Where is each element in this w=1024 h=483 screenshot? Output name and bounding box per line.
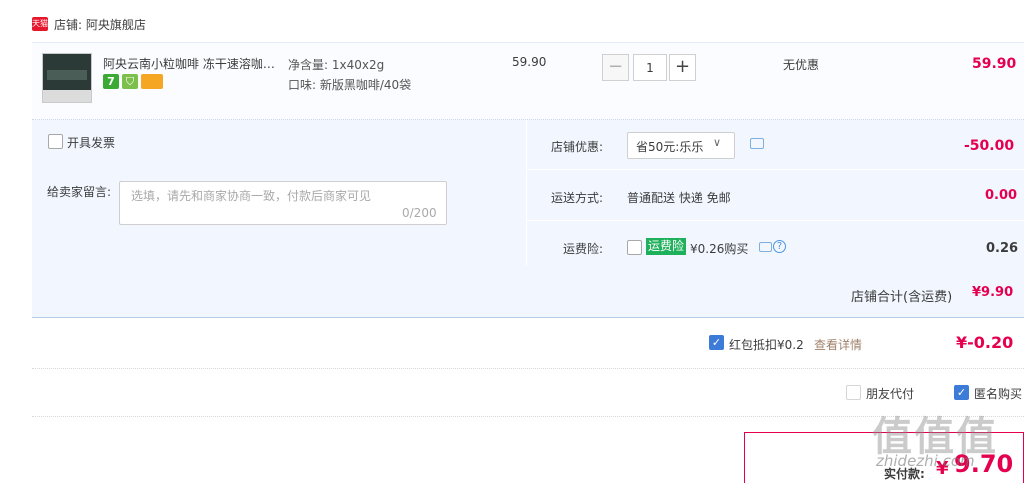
message-label: 给卖家留言: [47,185,112,199]
invoice-checkbox[interactable] [48,134,63,149]
divider [32,368,1024,369]
guarantee-shield-icon[interactable]: ⛉ [122,74,138,89]
chevron-down-icon[interactable]: ∨ [713,136,721,149]
product-title[interactable]: 阿央云南小粒咖啡 冻干速溶咖啡… [103,55,279,72]
friend-pay-label[interactable]: 朋友代付 [866,385,914,402]
message-bubble-icon[interactable] [750,138,764,149]
shipping-method: 普通配送 快递 免邮 [627,191,731,205]
order-item-row: 阿央云南小粒咖啡 冻干速溶咖啡… 7 ⛉ 净含量: 1x40x2g 口味: 新版黑… [32,42,1024,120]
help-icon[interactable]: ? [773,240,786,253]
item-total-price: 59.90 [972,56,1017,72]
red-packet-checkbox[interactable]: ✓ [709,335,724,350]
message-placeholder: 选填，请先和商家协商一致，付款后商家可见 [131,189,372,203]
message-char-count: 0/200 [402,206,437,220]
quantity-increase-button[interactable]: + [669,54,696,81]
item-promotion: 无优惠 [783,58,820,72]
insurance-value: 0.26 [986,241,1019,256]
credit-card-icon[interactable] [141,74,163,89]
shipping-label: 运送方式: [551,191,604,205]
service-icons: 7 ⛉ [103,74,166,90]
insurance-checkbox[interactable] [627,240,642,255]
tmall-logo-icon: 天猫 [32,17,48,31]
insurance-tag: 运费险 [646,238,687,255]
friend-pay-checkbox[interactable] [846,385,861,400]
quantity-input[interactable] [633,54,667,81]
shipping-value: 0.00 [985,188,1018,203]
anonymous-checkbox[interactable]: ✓ [954,385,969,400]
red-packet-value: ¥-0.20 [956,333,1014,352]
invoice-label[interactable]: 开具发票 [67,134,115,151]
shop-discount-value: -50.00 [964,138,1015,154]
shop-discount-label: 店铺优惠: [551,140,604,154]
message-bubble-icon[interactable] [759,242,772,252]
shop-discount-selected[interactable]: 省50元:乐乐 [636,138,703,155]
shop-subtotal-label: 店铺合计(含运费) [851,290,953,305]
product-thumbnail[interactable] [42,53,92,103]
quantity-decrease-button[interactable]: − [602,54,629,81]
sku-flavor: 口味: 新版黑咖啡/40袋 [288,78,412,92]
shop-name[interactable]: 店铺: 阿央旗舰店 [54,16,146,33]
red-packet-detail-link[interactable]: 查看详情 [814,336,862,353]
insurance-price: ¥0.26购买 [690,242,749,256]
watermark-site: zhidezhi.com [876,452,975,470]
sku-spec: 净含量: 1x40x2g [288,58,385,72]
unit-price: 59.90 [512,55,547,69]
insurance-label: 运费险: [563,242,604,256]
shop-subtotal-value: ¥9.90 [972,285,1014,300]
red-packet-label[interactable]: 红包抵扣¥0.2 [729,336,804,353]
anonymous-label[interactable]: 匿名购买 [974,385,1022,402]
seven-day-return-icon[interactable]: 7 [103,74,119,89]
